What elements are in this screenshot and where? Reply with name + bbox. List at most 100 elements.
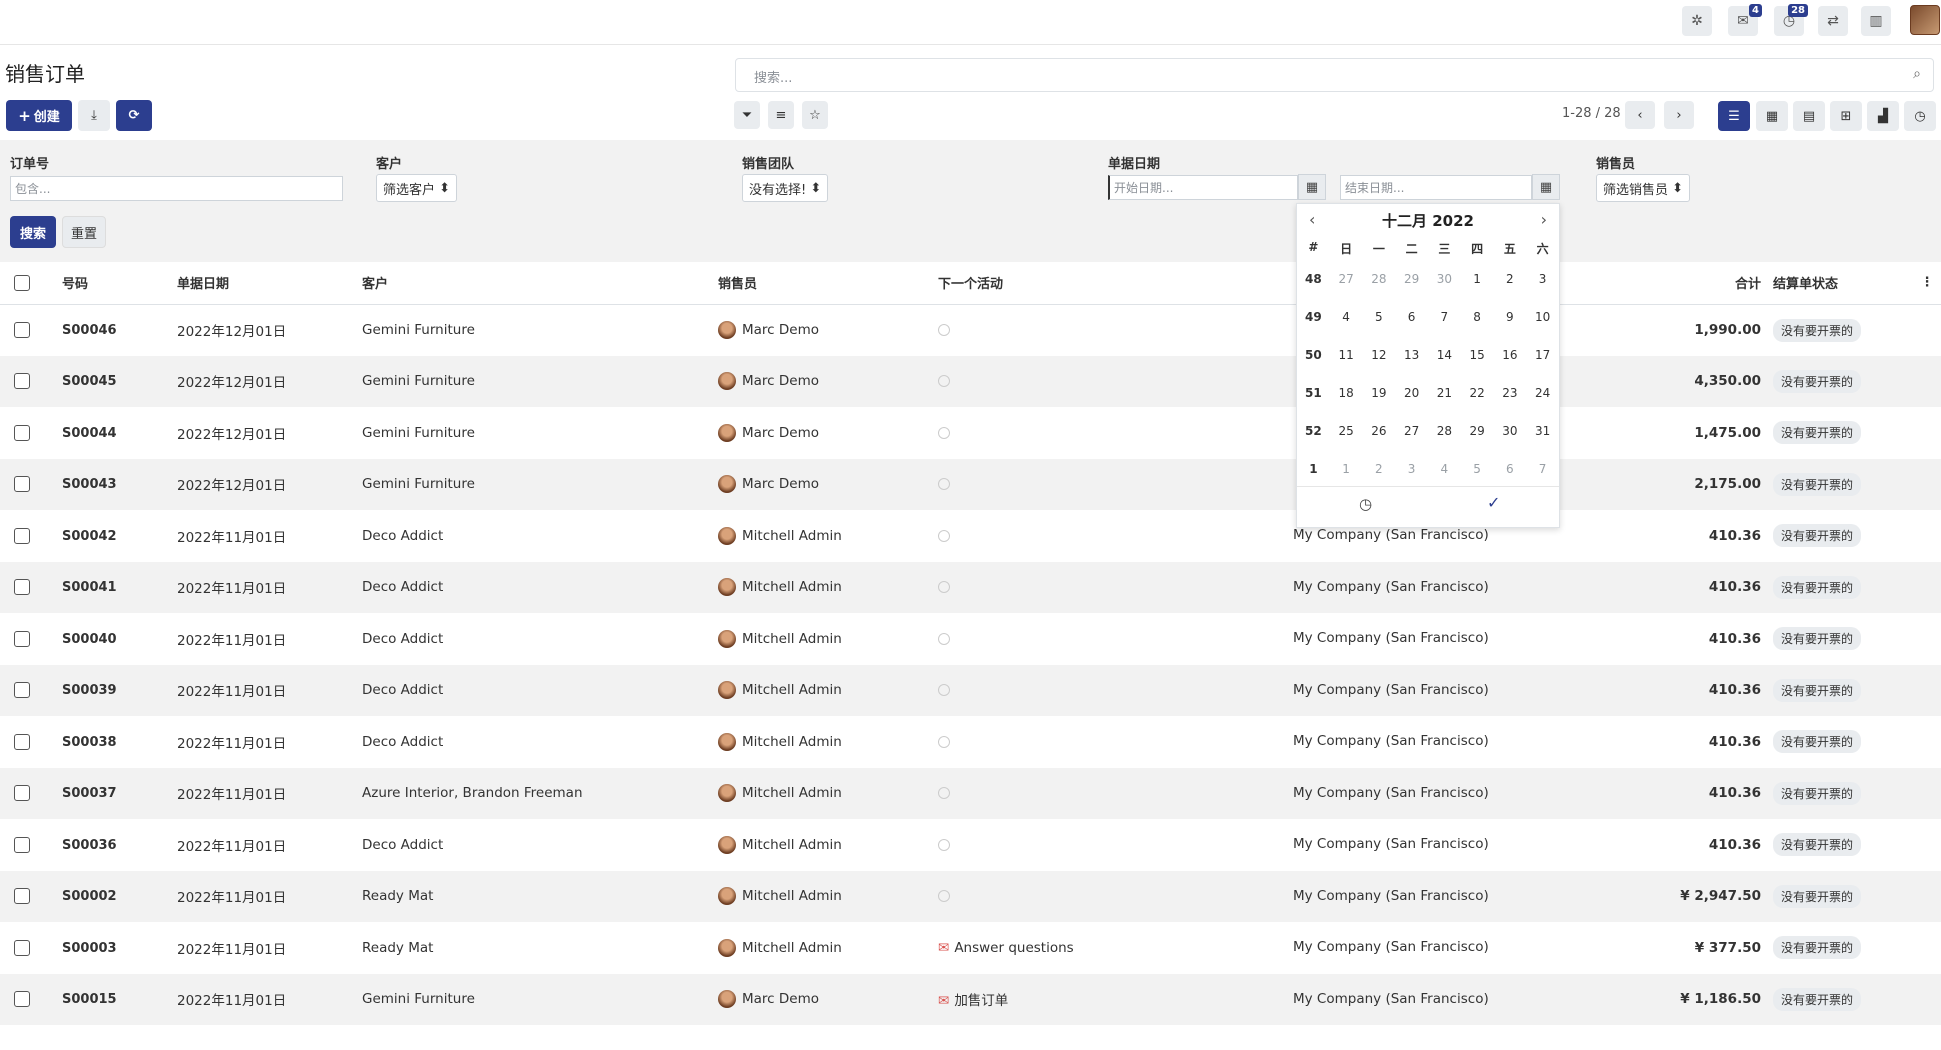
calendar-day[interactable]: 25 bbox=[1330, 412, 1363, 450]
checkbox-icon[interactable] bbox=[14, 274, 30, 291]
list-view-icon[interactable]: ☰ bbox=[1718, 101, 1750, 131]
row-checkbox[interactable] bbox=[14, 836, 30, 853]
row-checkbox[interactable] bbox=[14, 682, 30, 699]
calendar-day[interactable]: 20 bbox=[1395, 374, 1428, 412]
table-row[interactable]: S00041 2022年11月01日 Deco Addict Mitchell Adm… bbox=[0, 561, 1941, 613]
calendar-day[interactable]: 4 bbox=[1428, 450, 1461, 488]
table-row[interactable]: S00039 2022年11月01日 Deco Addict Mitchell Adm… bbox=[0, 664, 1941, 716]
col-invoice-status[interactable]: 结算单状态 bbox=[1773, 262, 1913, 305]
activity-clock-icon[interactable] bbox=[938, 735, 950, 748]
pager-value[interactable]: 1-28 / 28 bbox=[1562, 106, 1621, 121]
col-date[interactable]: 单据日期 bbox=[177, 262, 362, 305]
row-checkbox[interactable] bbox=[14, 476, 30, 493]
row-checkbox[interactable] bbox=[14, 373, 30, 390]
calendar-day[interactable]: 12 bbox=[1363, 336, 1396, 374]
activity-view-icon[interactable]: ◷ bbox=[1904, 101, 1936, 131]
activity-clock-icon[interactable] bbox=[938, 632, 950, 645]
kanban-view-icon[interactable]: ▦ bbox=[1756, 101, 1788, 131]
month-switch[interactable]: 十二月 2022 bbox=[1297, 204, 1559, 237]
download-icon[interactable]: ⤓ bbox=[78, 100, 110, 131]
row-checkbox[interactable] bbox=[14, 733, 30, 750]
activity-clock-icon[interactable]: ◷ 28 bbox=[1774, 4, 1808, 36]
calendar-view-icon[interactable]: ▤ bbox=[1793, 101, 1825, 131]
calendar-day[interactable]: 3 bbox=[1526, 260, 1559, 298]
table-row[interactable]: S00038 2022年11月01日 Deco Addict Mitchell Adm… bbox=[0, 716, 1941, 768]
calendar-day[interactable]: 17 bbox=[1526, 336, 1559, 374]
table-row[interactable]: S00045 2022年12月01日 Gemini Furniture Marc De… bbox=[0, 355, 1941, 407]
activity-clock-icon[interactable] bbox=[938, 478, 950, 491]
activity-icon[interactable]: ✉ bbox=[938, 940, 949, 956]
time-picker-icon[interactable]: ◷ bbox=[1359, 495, 1372, 513]
confirm-check-icon[interactable]: ✓ bbox=[1487, 493, 1500, 512]
col-number[interactable]: 号码 bbox=[62, 262, 177, 305]
team-select[interactable]: 没有选择! ⬍ bbox=[742, 174, 829, 202]
filter-icon[interactable]: ⏷ bbox=[734, 101, 760, 129]
calendar-day[interactable]: 28 bbox=[1363, 260, 1396, 298]
next-month-icon[interactable]: › bbox=[1541, 210, 1547, 229]
calendar-day[interactable]: 18 bbox=[1330, 374, 1363, 412]
reset-button[interactable]: 重置 bbox=[62, 216, 106, 248]
activity-clock-icon[interactable] bbox=[938, 529, 950, 542]
calendar-day[interactable]: 29 bbox=[1395, 260, 1428, 298]
calendar-day[interactable]: 1 bbox=[1330, 450, 1363, 488]
calendar-day[interactable]: 29 bbox=[1461, 412, 1494, 450]
calendar-day[interactable]: 7 bbox=[1428, 298, 1461, 336]
calendar-day[interactable]: 19 bbox=[1363, 374, 1396, 412]
start-date-calendar-icon[interactable]: ▦ bbox=[1298, 174, 1326, 200]
refresh-icon[interactable]: ⟳ bbox=[116, 100, 152, 131]
row-checkbox[interactable] bbox=[14, 785, 30, 802]
calendar-day[interactable]: 11 bbox=[1330, 336, 1363, 374]
calendar-day[interactable]: 22 bbox=[1461, 374, 1494, 412]
calendar-day[interactable]: 14 bbox=[1428, 336, 1461, 374]
calendar-day[interactable]: 26 bbox=[1363, 412, 1396, 450]
calendar-day[interactable]: 24 bbox=[1526, 374, 1559, 412]
chat-icon[interactable]: ✉ 4 bbox=[1728, 4, 1762, 36]
order-no-input[interactable]: 包含... bbox=[10, 176, 343, 201]
calendar-day[interactable]: 16 bbox=[1494, 336, 1527, 374]
calendar-day[interactable]: 6 bbox=[1494, 450, 1527, 488]
calendar-day[interactable]: 27 bbox=[1330, 260, 1363, 298]
search-button[interactable]: 搜索 bbox=[10, 216, 56, 248]
activity-clock-icon[interactable] bbox=[938, 324, 950, 336]
row-checkbox[interactable] bbox=[14, 527, 30, 544]
calendar-day[interactable]: 2 bbox=[1494, 260, 1527, 298]
create-button[interactable]: + 创建 bbox=[6, 100, 72, 131]
pivot-view-icon[interactable]: ⊞ bbox=[1830, 101, 1862, 131]
table-row[interactable]: S00015 2022年11月01日 Gemini Furniture Marc De… bbox=[0, 973, 1941, 1025]
switch-company-icon[interactable]: ⇄ bbox=[1818, 6, 1848, 36]
activity-clock-icon[interactable] bbox=[938, 890, 950, 903]
table-row[interactable]: S00002 2022年11月01日 Ready Mat Mitchell Admin… bbox=[0, 870, 1941, 922]
calendar-day[interactable]: 5 bbox=[1461, 450, 1494, 488]
row-checkbox[interactable] bbox=[14, 424, 30, 441]
group-by-icon[interactable]: ≡ bbox=[768, 101, 794, 129]
table-row[interactable]: S00046 2022年12月01日 Gemini Furniture Marc De… bbox=[0, 304, 1941, 356]
calendar-day[interactable]: 4 bbox=[1330, 298, 1363, 336]
row-checkbox[interactable] bbox=[14, 322, 30, 338]
calendar-day[interactable]: 30 bbox=[1428, 260, 1461, 298]
search-icon[interactable]: ⌕ bbox=[1913, 66, 1921, 82]
calendar-day[interactable]: 6 bbox=[1395, 298, 1428, 336]
calendar-day[interactable]: 21 bbox=[1428, 374, 1461, 412]
row-checkbox[interactable] bbox=[14, 888, 30, 905]
search-input[interactable]: 搜索... ⌕ bbox=[735, 58, 1934, 92]
col-salesperson[interactable]: 销售员 bbox=[718, 262, 938, 305]
calendar-day[interactable]: 5 bbox=[1363, 298, 1396, 336]
col-activity[interactable]: 下一个活动 bbox=[938, 262, 1293, 305]
calendar-day[interactable]: 23 bbox=[1494, 374, 1527, 412]
end-date-calendar-icon[interactable]: ▦ bbox=[1532, 174, 1560, 200]
table-row[interactable]: S00003 2022年11月01日 Ready Mat Mitchell Admin… bbox=[0, 922, 1941, 974]
col-customer[interactable]: 客户 bbox=[362, 262, 718, 305]
activity-clock-icon[interactable] bbox=[938, 375, 950, 388]
calendar-day[interactable]: 3 bbox=[1395, 450, 1428, 488]
pager-next-icon[interactable]: › bbox=[1664, 101, 1694, 129]
calendar-day[interactable]: 7 bbox=[1526, 450, 1559, 488]
graph-view-icon[interactable]: ▟ bbox=[1867, 101, 1899, 131]
calendar-day[interactable]: 9 bbox=[1494, 298, 1527, 336]
table-row[interactable]: S00037 2022年11月01日 Azure Interior, Brandon… bbox=[0, 767, 1941, 819]
row-checkbox[interactable] bbox=[14, 630, 30, 647]
customer-select[interactable]: 筛选客户 ⬍ bbox=[376, 174, 458, 202]
calendar-day[interactable]: 1 bbox=[1461, 260, 1494, 298]
activity-clock-icon[interactable] bbox=[938, 787, 950, 800]
calendar-day[interactable]: 15 bbox=[1461, 336, 1494, 374]
building-icon[interactable]: ▥ bbox=[1861, 6, 1891, 36]
